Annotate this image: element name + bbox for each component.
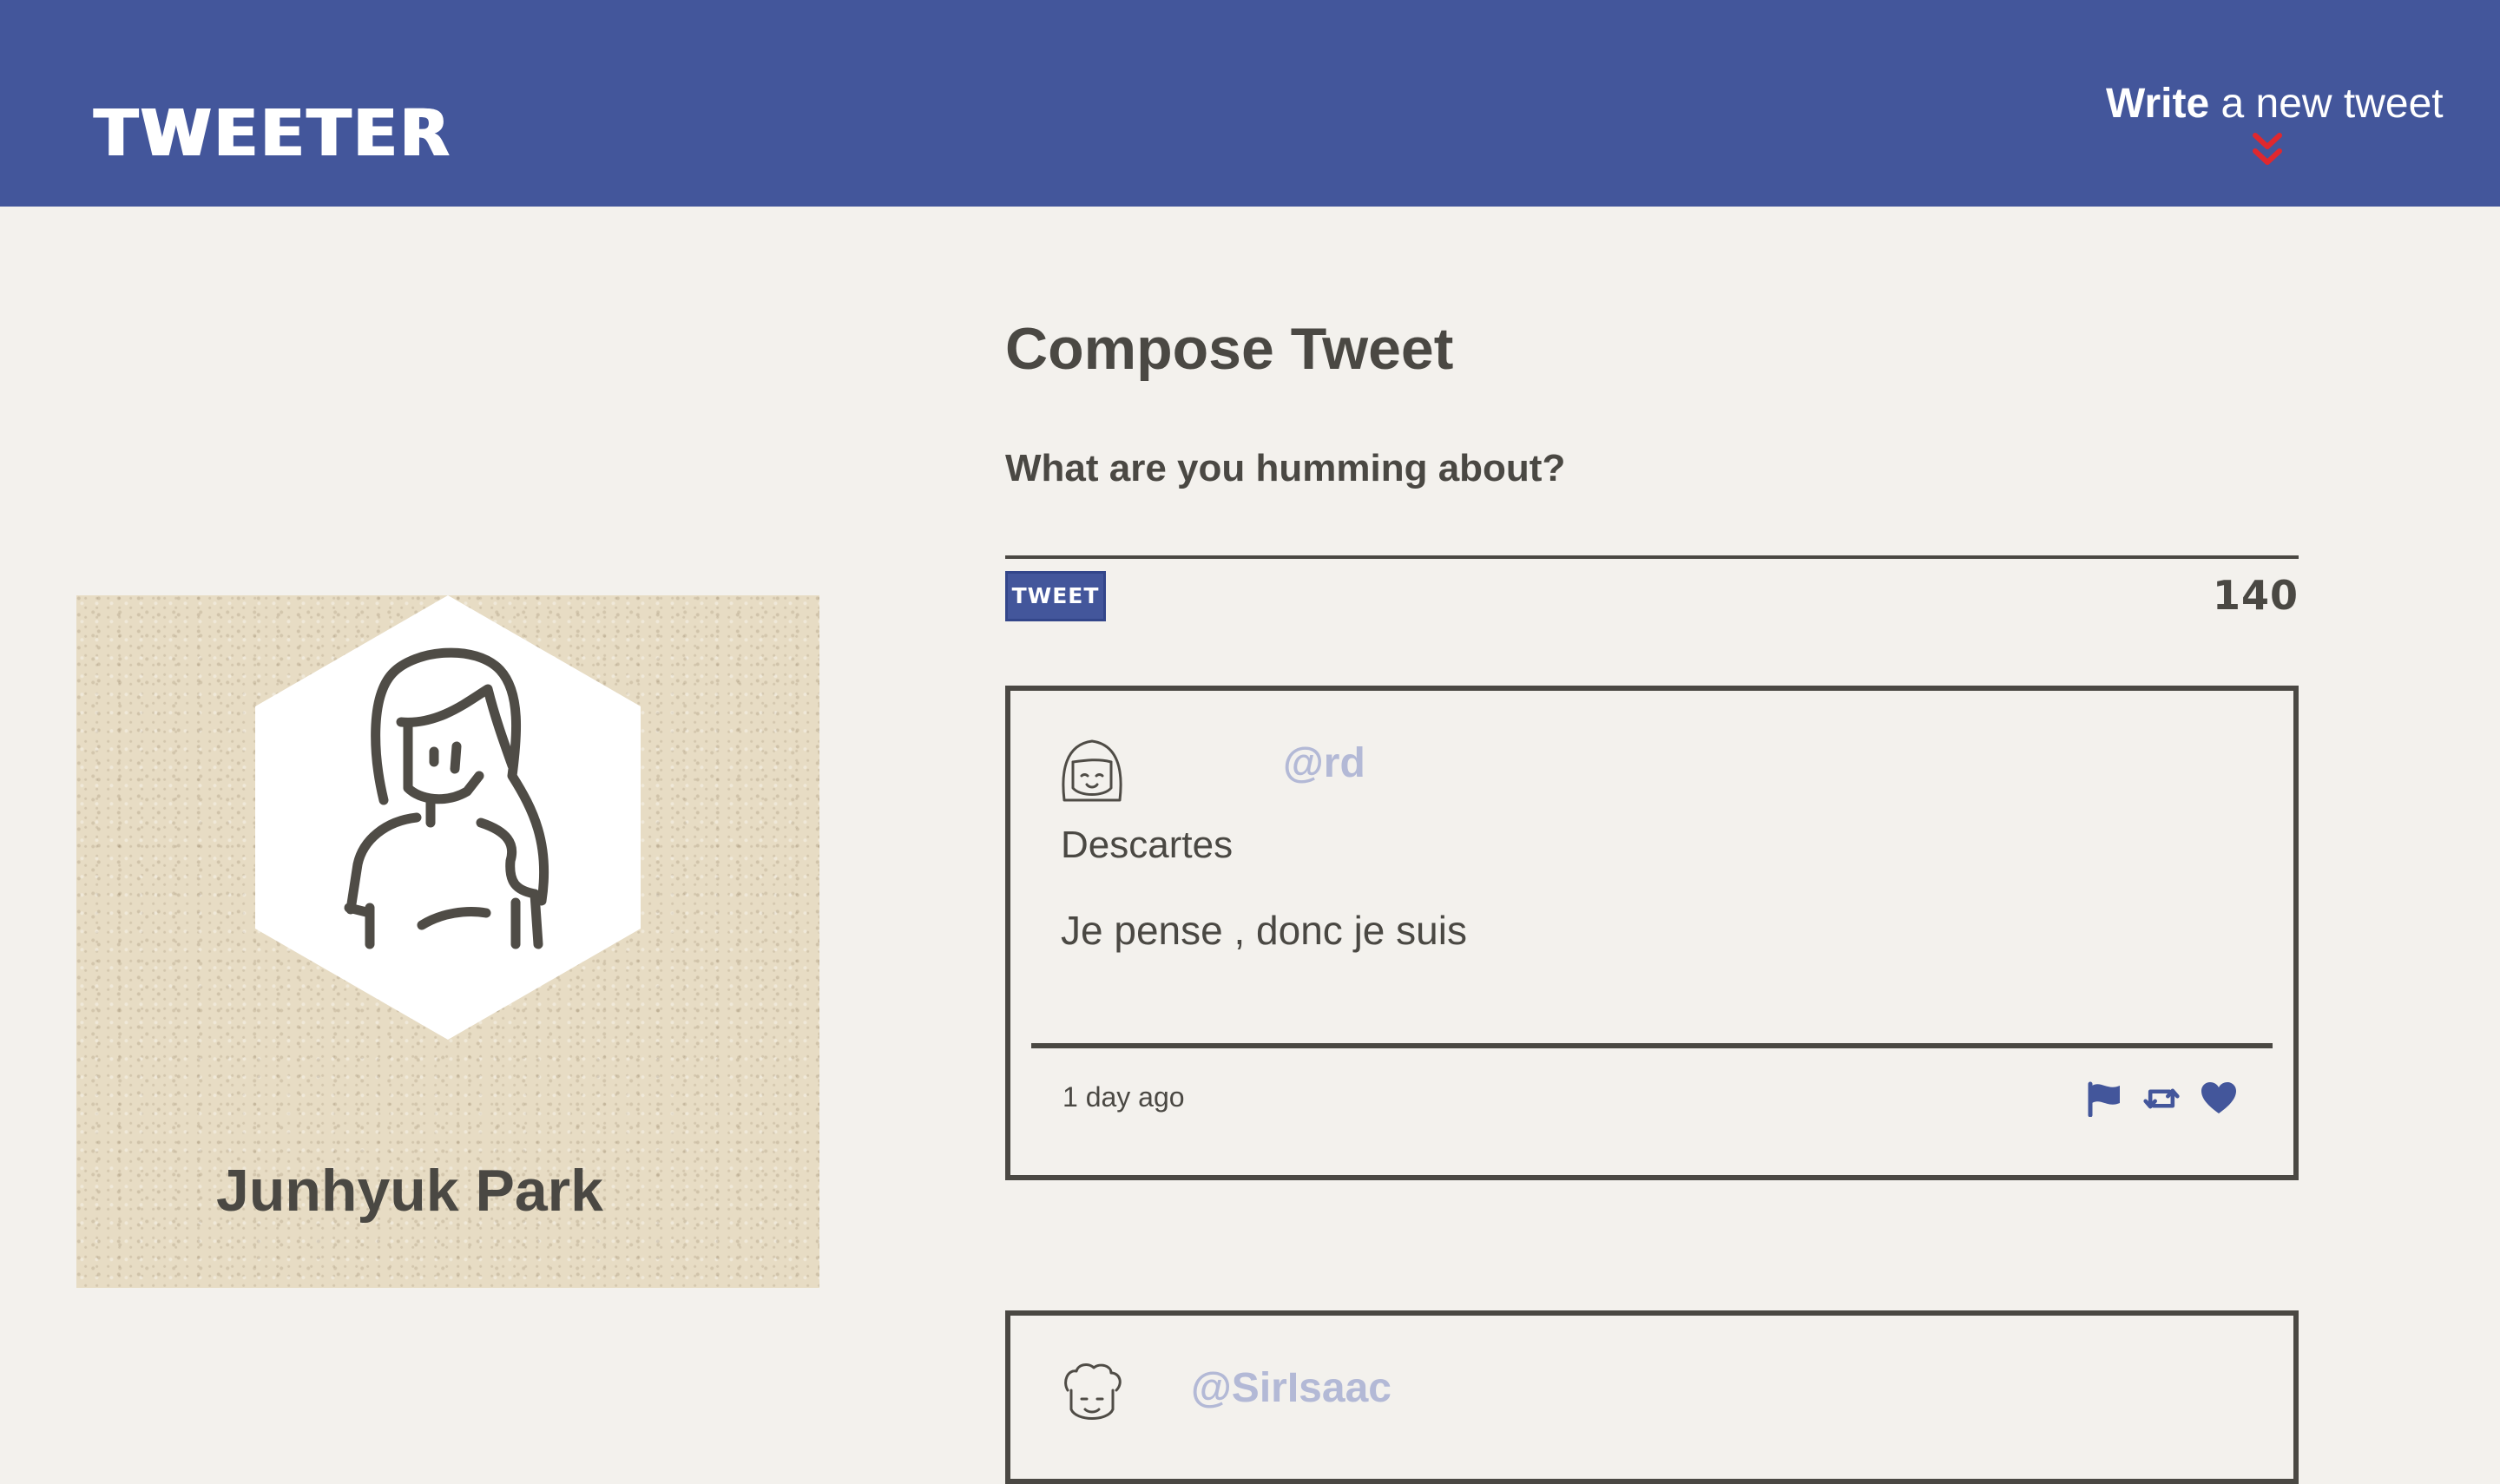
- tweet-content: Je pense , donc je suis: [1061, 908, 1467, 953]
- retweet-icon[interactable]: [2142, 1080, 2181, 1117]
- tweet-author-name: Descartes: [1061, 824, 1234, 866]
- tweet-submit-button[interactable]: TWEET: [1005, 571, 1106, 621]
- character-counter: 140: [2212, 572, 2299, 619]
- profile-avatar: [255, 595, 641, 1040]
- write-label-bold: Write: [2106, 81, 2210, 127]
- double-chevron-down-icon[interactable]: [2252, 130, 2283, 168]
- profile-card: Junhyuk Park: [76, 595, 819, 1288]
- top-nav: TWEETER Write a new tweet: [0, 0, 2500, 207]
- brand-logo[interactable]: TWEETER: [94, 99, 451, 168]
- tweet-handle[interactable]: @rd: [1283, 736, 1365, 791]
- profile-name: Junhyuk Park: [216, 1158, 603, 1224]
- write-new-tweet-toggle[interactable]: Write a new tweet: [2106, 76, 2444, 165]
- tweet-input[interactable]: [1005, 441, 2299, 559]
- tweet-avatar: [1064, 1363, 1122, 1420]
- write-new-tweet-label[interactable]: Write a new tweet: [2106, 76, 2444, 132]
- tweet-actions: [2085, 1080, 2238, 1118]
- tweet-card: @rd Descartes Je pense , donc je suis 1 …: [1005, 686, 2299, 1180]
- tweet-card: @SirIsaac: [1005, 1310, 2299, 1484]
- tweet-handle[interactable]: @SirIsaac: [1191, 1361, 1391, 1416]
- write-label-rest: a new tweet: [2209, 81, 2444, 127]
- tweet-avatar: [1062, 739, 1122, 802]
- tweet-divider: [1031, 1043, 2273, 1048]
- tweet-timestamp: 1 day ago: [1062, 1081, 1185, 1113]
- compose-title: Compose Tweet: [1005, 316, 1454, 382]
- flag-icon[interactable]: [2085, 1080, 2123, 1117]
- heart-icon[interactable]: [2200, 1080, 2238, 1117]
